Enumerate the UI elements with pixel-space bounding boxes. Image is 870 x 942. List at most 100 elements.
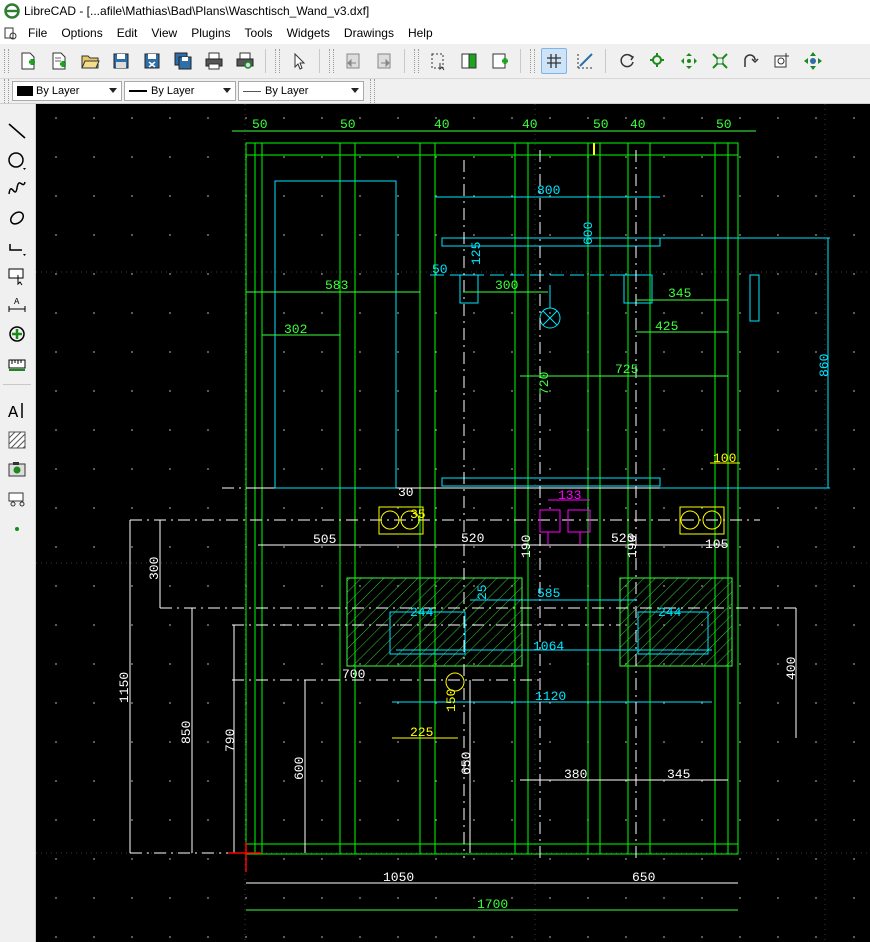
sidebar-separator bbox=[3, 384, 31, 385]
menu-edit[interactable]: Edit bbox=[110, 22, 145, 44]
pen-line-type-select[interactable]: By Layer bbox=[124, 81, 236, 101]
dim-label: 35 bbox=[410, 507, 426, 522]
chevron-down-icon bbox=[223, 88, 231, 93]
zoom-out-icon[interactable] bbox=[676, 48, 702, 74]
window-title: LibreCAD - [...afile\Mathias\Bad\Plans\W… bbox=[24, 4, 370, 18]
save-file-icon[interactable] bbox=[108, 48, 134, 74]
save-all-icon[interactable] bbox=[170, 48, 196, 74]
dim-label: 800 bbox=[537, 183, 560, 198]
print-preview-icon[interactable] bbox=[232, 48, 258, 74]
dim-label: 40 bbox=[522, 117, 538, 132]
dim-label: 150 bbox=[444, 689, 459, 712]
redraw-icon[interactable] bbox=[614, 48, 640, 74]
dim-label: 50 bbox=[593, 117, 609, 132]
menu-view[interactable]: View bbox=[144, 22, 184, 44]
dim-label: 380 bbox=[564, 767, 587, 782]
paste-icon[interactable] bbox=[487, 48, 513, 74]
print-icon[interactable] bbox=[201, 48, 227, 74]
dim-label: 190 bbox=[519, 535, 534, 558]
menu-tools[interactable]: Tools bbox=[238, 22, 280, 44]
dimension-tool-icon[interactable]: A bbox=[4, 292, 30, 318]
dim-label: 244 bbox=[410, 605, 434, 620]
pen-line-width-label: By Layer bbox=[265, 85, 309, 97]
grid-toggle-icon[interactable] bbox=[540, 48, 567, 74]
chevron-down-icon bbox=[351, 88, 359, 93]
select-pointer-icon[interactable] bbox=[286, 48, 312, 74]
line-type-preview bbox=[129, 90, 147, 92]
toolbar-grip[interactable] bbox=[4, 49, 9, 73]
dim-label: 725 bbox=[615, 362, 638, 377]
copy-icon[interactable] bbox=[456, 48, 482, 74]
dim-label: 40 bbox=[434, 117, 450, 132]
dim-label: 190 bbox=[625, 535, 640, 558]
dim-label: 345 bbox=[667, 767, 690, 782]
ellipse-tool-icon[interactable] bbox=[4, 205, 30, 231]
dim-label: 850 bbox=[179, 721, 194, 744]
dim-label: 125 bbox=[469, 242, 484, 265]
menu-drawings[interactable]: Drawings bbox=[337, 22, 401, 44]
zoom-window-icon[interactable] bbox=[769, 48, 795, 74]
menu-widgets[interactable]: Widgets bbox=[280, 22, 337, 44]
menu-options[interactable]: Options bbox=[54, 22, 109, 44]
dim-label: 505 bbox=[313, 532, 336, 547]
undo-icon[interactable] bbox=[340, 48, 366, 74]
open-file-icon[interactable] bbox=[77, 48, 103, 74]
block-tool-icon[interactable] bbox=[4, 485, 30, 511]
dim-label: 244 bbox=[658, 605, 682, 620]
grid-dots bbox=[36, 104, 870, 942]
pen-color-select[interactable]: By Layer bbox=[12, 81, 122, 101]
select-window-icon[interactable] bbox=[425, 48, 451, 74]
zoom-auto-icon[interactable] bbox=[707, 48, 733, 74]
line-tool-icon[interactable] bbox=[4, 118, 30, 144]
toolbar-grip[interactable] bbox=[329, 49, 334, 73]
menu-bar: File Options Edit View Plugins Tools Wid… bbox=[0, 22, 870, 44]
dim-label: 600 bbox=[292, 757, 307, 780]
circle-tool-icon[interactable] bbox=[4, 147, 30, 173]
zoom-in-icon[interactable] bbox=[645, 48, 671, 74]
polyline-tool-icon[interactable] bbox=[4, 234, 30, 260]
measure-tool-icon[interactable] bbox=[4, 350, 30, 376]
menu-plugins[interactable]: Plugins bbox=[184, 22, 237, 44]
svg-text:A: A bbox=[8, 404, 19, 421]
toolbar-grip[interactable] bbox=[530, 49, 535, 73]
dim-label: 50 bbox=[340, 117, 356, 132]
window-titlebar: LibreCAD - [...afile\Mathias\Bad\Plans\W… bbox=[0, 0, 870, 22]
save-as-icon[interactable] bbox=[139, 48, 165, 74]
dim-label: 100 bbox=[713, 451, 736, 466]
dim-label: 50 bbox=[252, 117, 268, 132]
toolbar-grip[interactable] bbox=[275, 49, 280, 73]
zoom-pan-icon[interactable] bbox=[800, 48, 826, 74]
modify-tool-icon[interactable] bbox=[4, 321, 30, 347]
drawing-canvas[interactable]: 50 50 40 40 50 40 50 800 600 50 125 583 … bbox=[36, 104, 870, 942]
draft-mode-icon[interactable] bbox=[572, 48, 598, 74]
chevron-down-icon bbox=[109, 88, 117, 93]
pen-color-label: By Layer bbox=[36, 85, 80, 97]
hatch-tool-icon[interactable] bbox=[4, 427, 30, 453]
new-from-template-icon[interactable] bbox=[46, 48, 72, 74]
image-tool-icon[interactable] bbox=[4, 456, 30, 482]
line-width-preview bbox=[243, 90, 261, 92]
menu-file[interactable]: File bbox=[21, 22, 54, 44]
toolbar-grip[interactable] bbox=[370, 79, 375, 103]
document-icon[interactable] bbox=[3, 26, 17, 40]
zoom-previous-icon[interactable] bbox=[738, 48, 764, 74]
dim-label: 585 bbox=[537, 586, 560, 601]
toolbar-grip[interactable] bbox=[414, 49, 419, 73]
dim-label: 600 bbox=[581, 222, 596, 245]
dim-label: 1064 bbox=[533, 639, 564, 654]
dim-label: 1050 bbox=[383, 870, 414, 885]
select-tool-icon[interactable] bbox=[4, 263, 30, 289]
cad-drawing[interactable]: 50 50 40 40 50 40 50 800 600 50 125 583 … bbox=[36, 104, 870, 942]
dim-label: 1120 bbox=[535, 689, 566, 704]
text-tool-icon[interactable]: A bbox=[4, 397, 30, 423]
new-file-icon[interactable] bbox=[15, 48, 41, 74]
toolbar-grip[interactable] bbox=[4, 79, 9, 103]
pen-toolbar: By Layer By Layer By Layer bbox=[0, 79, 870, 104]
point-tool-icon[interactable] bbox=[4, 514, 30, 540]
pen-line-width-select[interactable]: By Layer bbox=[238, 81, 364, 101]
redo-icon[interactable] bbox=[371, 48, 397, 74]
menu-help[interactable]: Help bbox=[401, 22, 440, 44]
dim-label: 133 bbox=[558, 488, 581, 503]
dim-label: 860 bbox=[817, 354, 832, 377]
spline-tool-icon[interactable] bbox=[4, 176, 30, 202]
